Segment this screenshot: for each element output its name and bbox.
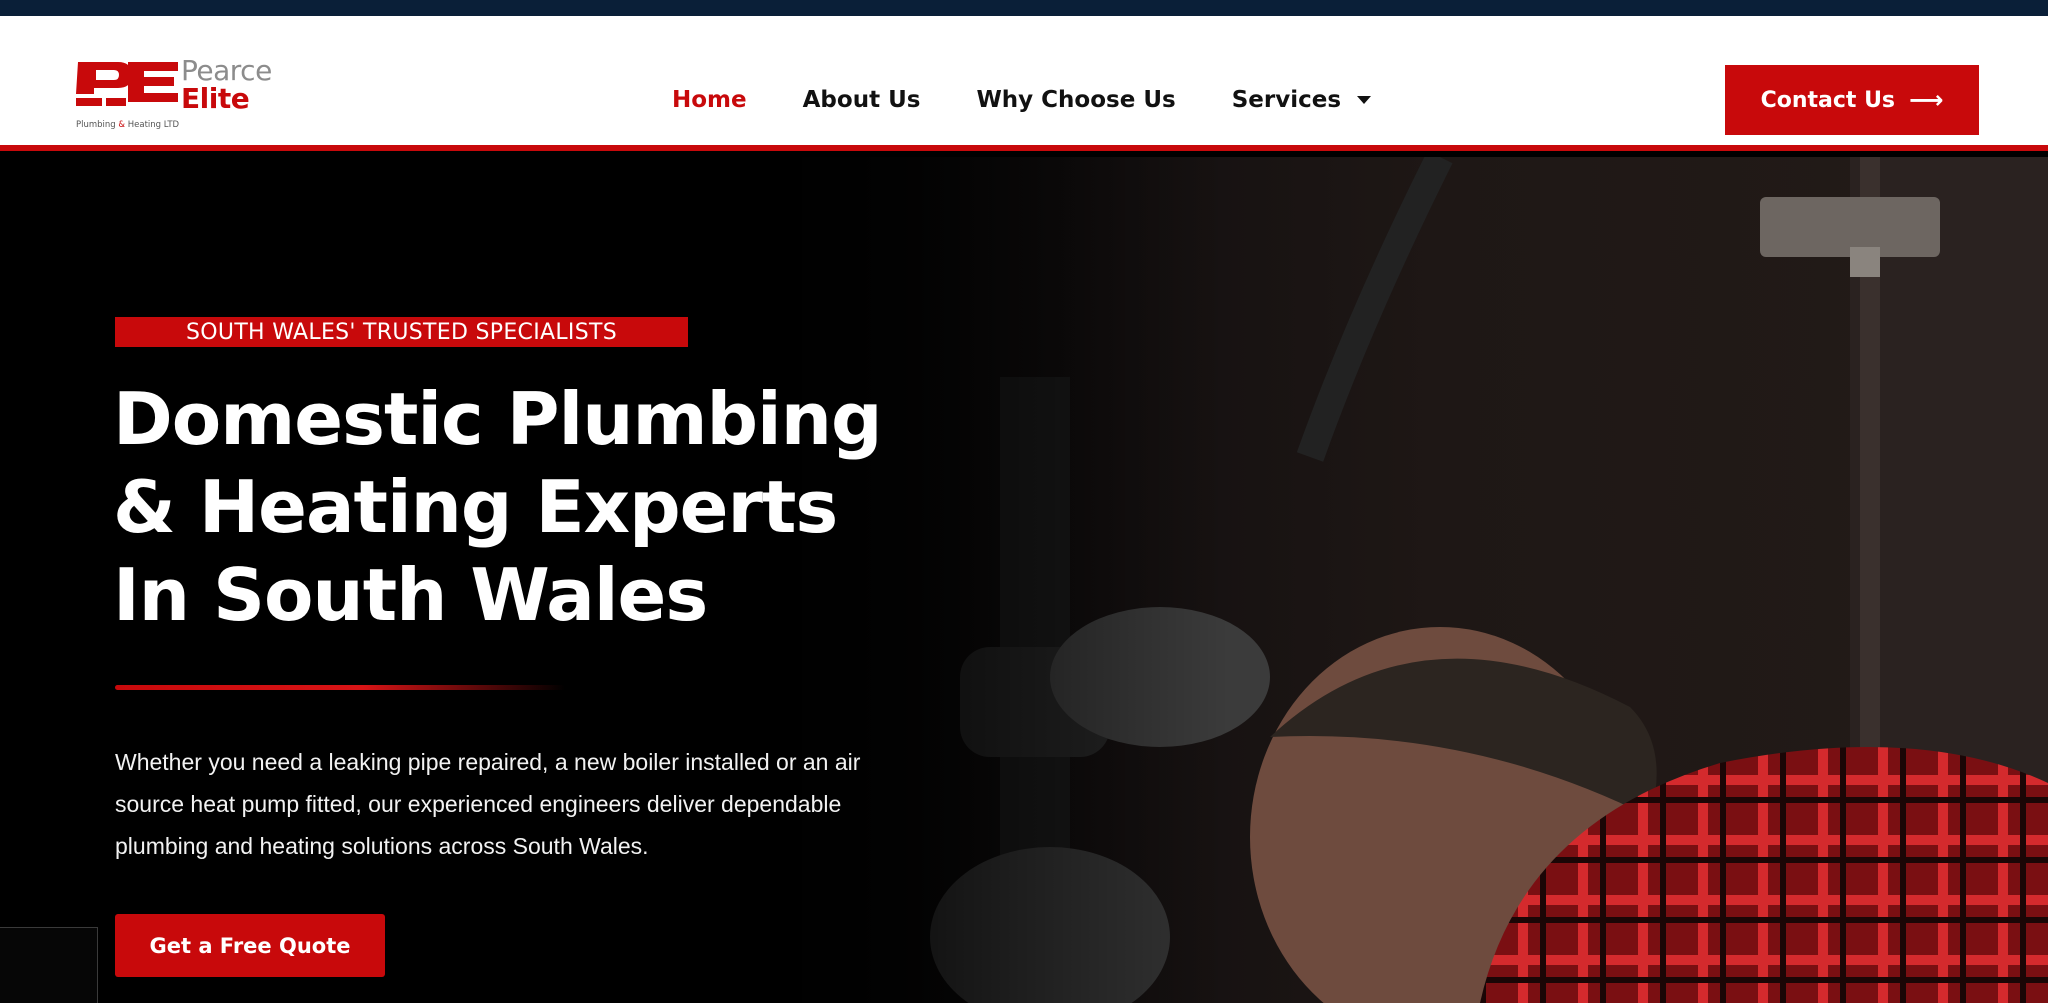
logo-word-elite: Elite [181,82,250,115]
chevron-down-icon [1357,96,1372,104]
get-free-quote-button[interactable]: Get a Free Quote [115,914,385,977]
contact-us-button[interactable]: Contact Us ⟶ [1725,65,1979,135]
nav-item-about-us[interactable]: About Us [803,87,921,113]
hero-badge: SOUTH WALES' TRUSTED SPECIALISTS [115,317,688,347]
nav-item-home[interactable]: Home [672,87,747,113]
hero-section: SOUTH WALES' TRUSTED SPECIALISTS Domesti… [0,157,2048,1003]
logo-tagline-plumbing: Plumbing [76,120,116,130]
hero-description: Whether you need a leaking pipe repaired… [115,749,861,859]
hero-title: Domestic Plumbing & Heating Experts In S… [113,377,883,637]
main-nav: Home About Us Why Choose Us Services [672,72,1427,128]
site-header: Pearce Elite Plumbing & Heating LTD Home… [0,16,2048,151]
logo-tagline-heating: Heating LTD [127,120,180,130]
nav-item-why-choose-us[interactable]: Why Choose Us [976,87,1175,113]
logo-tagline-amp: & [118,120,126,130]
hero-divider [115,685,565,690]
top-strip [0,0,2048,16]
arrow-right-icon: ⟶ [1909,86,1944,114]
contact-us-label: Contact Us [1760,87,1896,113]
nav-home-label: Home [672,87,747,113]
site-logo[interactable]: Pearce Elite Plumbing & Heating LTD [76,54,276,134]
recaptcha-badge[interactable] [0,927,98,1003]
nav-about-label: About Us [802,87,921,113]
nav-services-label: Services [1231,87,1342,113]
pe-logo-mark-icon [76,62,178,106]
get-free-quote-label: Get a Free Quote [149,933,351,958]
nav-why-label: Why Choose Us [976,87,1176,113]
nav-item-services[interactable]: Services [1231,87,1372,113]
logo-tagline: Plumbing & Heating LTD [76,120,179,130]
